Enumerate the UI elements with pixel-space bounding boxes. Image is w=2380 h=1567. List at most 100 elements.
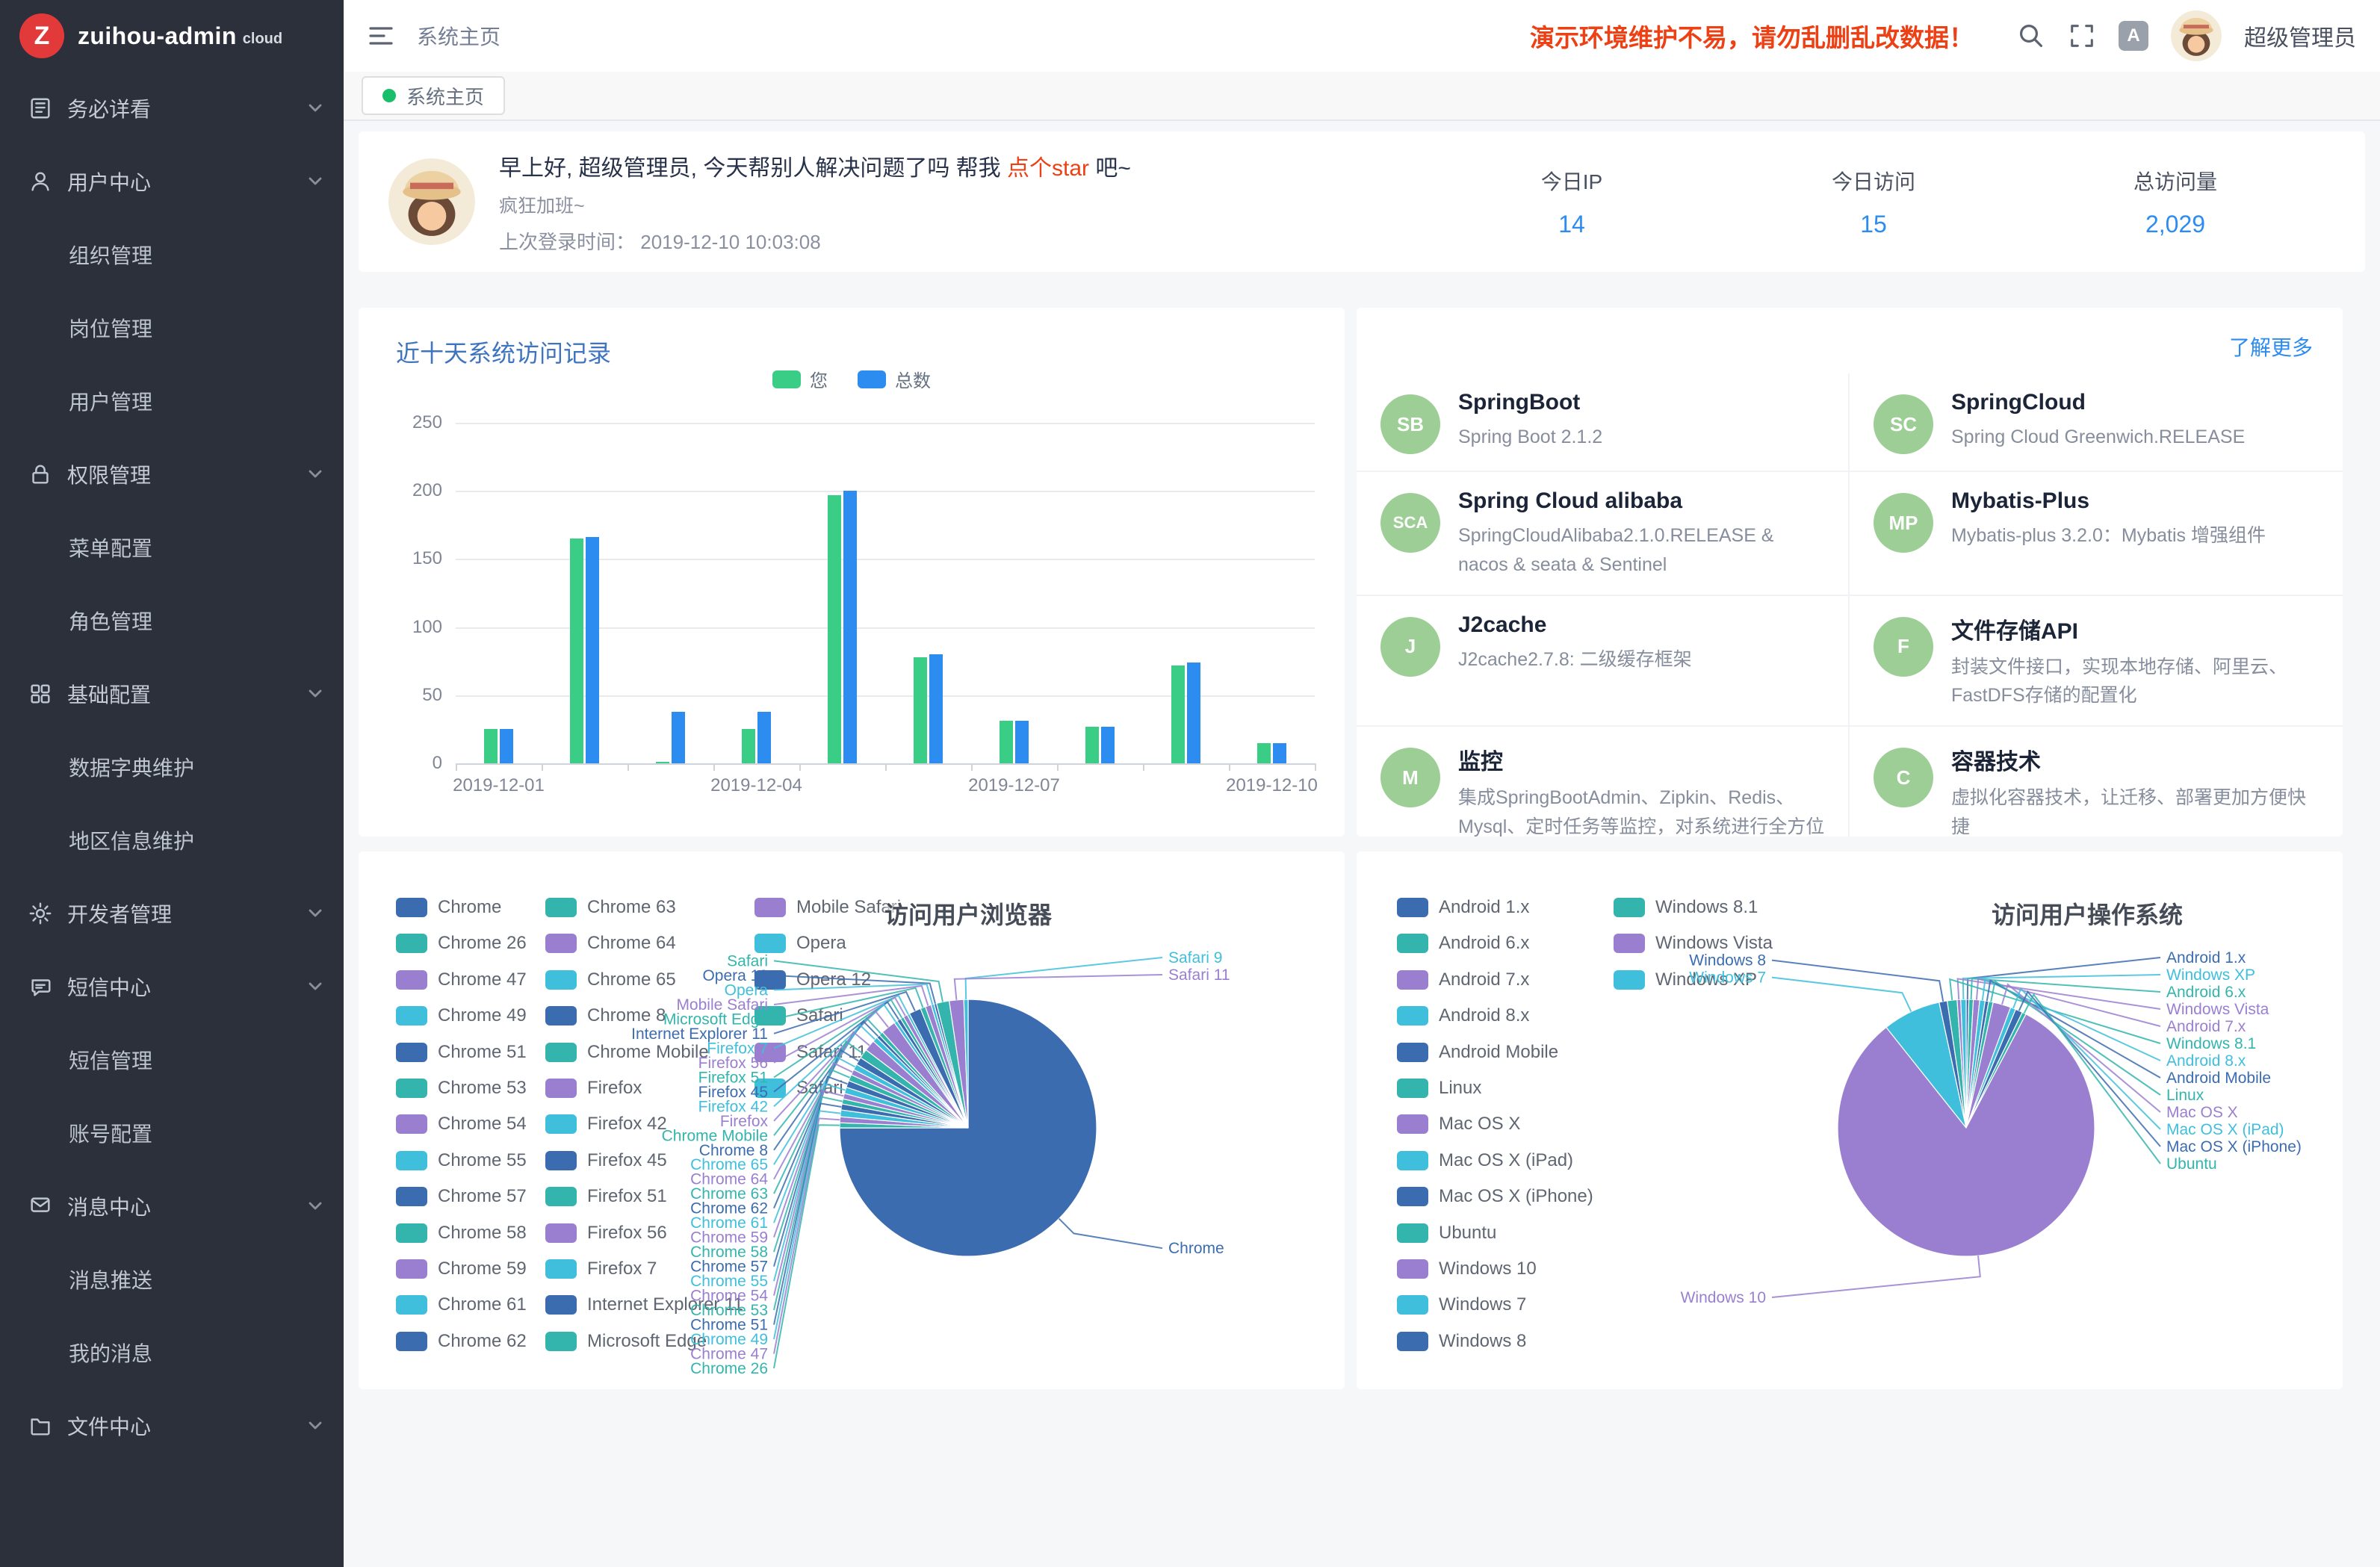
bar-您-2019-12-08[interactable] bbox=[1085, 727, 1099, 763]
sidebar-item-user-center[interactable]: 用户中心 bbox=[0, 145, 344, 218]
axis-tick bbox=[1057, 763, 1059, 771]
axis-tick bbox=[1143, 763, 1144, 771]
pie-label: Ubuntu bbox=[2166, 1155, 2217, 1173]
gridline bbox=[456, 627, 1315, 629]
last-login-label: 上次登录时间： bbox=[499, 231, 635, 253]
os-chart-card: 访问用户操作系统 Android 1.xAndroid 6.xAndroid 7… bbox=[1357, 851, 2343, 1389]
x-axis-label: 2019-12-07 bbox=[955, 775, 1074, 796]
bar-您-2019-12-07[interactable] bbox=[1000, 721, 1013, 763]
menu-fold-icon[interactable] bbox=[368, 22, 394, 49]
sidebar-item-sms-center[interactable]: 短信中心 bbox=[0, 950, 344, 1023]
tech-info: 文件存储API封装文件接口，实现本地存储、阿里云、FastDFS存储的配置化 bbox=[1951, 612, 2322, 711]
bar-您-2019-12-03[interactable] bbox=[656, 762, 669, 763]
pie-label: Android Mobile bbox=[2166, 1070, 2271, 1087]
stat-value: 2,029 bbox=[2024, 211, 2326, 238]
pie-label: Safari 9 bbox=[1168, 949, 1222, 966]
sidebar-item-msg-center[interactable]: 消息中心 bbox=[0, 1170, 344, 1243]
pie-label-line bbox=[1772, 978, 1911, 1012]
bar-您-2019-12-06[interactable] bbox=[914, 657, 927, 763]
tech-title: 监控 bbox=[1458, 743, 1827, 776]
bar-总数-2019-12-01[interactable] bbox=[500, 729, 513, 763]
sidebar-item-must-read[interactable]: 务必详看 bbox=[0, 72, 344, 145]
pie-label: Windows Vista bbox=[2166, 1001, 2269, 1018]
tech-stack-card: 了解更多 SBSpringBootSpring Boot 2.1.2SCSpri… bbox=[1357, 308, 2343, 837]
sidebar-subitem-account-config[interactable]: 账号配置 bbox=[0, 1096, 344, 1170]
sidebar-subitem-org-manage[interactable]: 组织管理 bbox=[0, 218, 344, 291]
axis-tick bbox=[799, 763, 801, 771]
bar-总数-2019-12-03[interactable] bbox=[672, 712, 685, 763]
tech-desc: 虚拟化容器技术，让迁移、部署更加方便快捷 bbox=[1951, 784, 2322, 837]
learn-more-link[interactable]: 了解更多 bbox=[2229, 332, 2313, 362]
stat-label: 今日IP bbox=[1421, 166, 1723, 196]
logo-icon: Z bbox=[19, 13, 64, 58]
tab-home[interactable]: 系统主页 bbox=[362, 76, 505, 115]
sidebar-subitem-sms-manage[interactable]: 短信管理 bbox=[0, 1023, 344, 1096]
sidebar-item-dev-manage[interactable]: 开发者管理 bbox=[0, 877, 344, 950]
tech-title: Spring Cloud alibaba bbox=[1458, 488, 1827, 514]
y-axis-label: 0 bbox=[379, 753, 442, 774]
sidebar-subitem-my-msg[interactable]: 我的消息 bbox=[0, 1316, 344, 1389]
sidebar-subitem-msg-push[interactable]: 消息推送 bbox=[0, 1243, 344, 1316]
sidebar-item-label: 用户中心 bbox=[67, 167, 151, 196]
star-link[interactable]: 点个star bbox=[1007, 156, 1089, 181]
pie-label: Android 1.x bbox=[2166, 949, 2246, 966]
stat-value: 14 bbox=[1421, 211, 1723, 238]
fullscreen-icon[interactable] bbox=[2068, 22, 2096, 50]
bar-您-2019-12-05[interactable] bbox=[828, 495, 841, 763]
bar-您-2019-12-01[interactable] bbox=[484, 729, 498, 763]
tech-badge-icon: F bbox=[1874, 617, 1933, 677]
tab-label: 系统主页 bbox=[406, 82, 484, 110]
y-axis-label: 200 bbox=[379, 480, 442, 501]
tech-info: J2cacheJ2cache2.7.8: 二级缓存框架 bbox=[1458, 612, 1692, 674]
bar-您-2019-12-02[interactable] bbox=[570, 539, 583, 763]
bar-总数-2019-12-07[interactable] bbox=[1015, 721, 1029, 763]
sidebar-subitem-user-manage[interactable]: 用户管理 bbox=[0, 364, 344, 438]
pie-label: Android 6.x bbox=[2166, 984, 2246, 1001]
sidebar-subitem-role-manage[interactable]: 角色管理 bbox=[0, 584, 344, 657]
bar-总数-2019-12-06[interactable] bbox=[929, 654, 943, 763]
axis-tick bbox=[627, 763, 629, 771]
user-name[interactable]: 超级管理员 bbox=[2244, 19, 2356, 52]
font-size-icon[interactable]: A bbox=[2119, 21, 2148, 51]
bar-总数-2019-12-10[interactable] bbox=[1273, 743, 1286, 763]
greeting-title: 早上好, 超级管理员, 今天帮别人解决问题了吗 帮我 点个star 吧~ bbox=[499, 149, 1131, 182]
gridline bbox=[456, 695, 1315, 697]
gear-icon bbox=[27, 900, 54, 927]
pie-label: Windows 10 bbox=[1681, 1289, 1766, 1306]
tech-desc: J2cache2.7.8: 二级缓存框架 bbox=[1458, 645, 1692, 674]
grid-icon bbox=[27, 680, 54, 707]
pie-label: Android 7.x bbox=[2166, 1018, 2246, 1035]
tech-item: SCASpring Cloud alibabaSpringCloudAlibab… bbox=[1357, 472, 1850, 596]
visit-chart-card: 近十天系统访问记录 您总数 0501001502002502019-12-012… bbox=[359, 308, 1345, 837]
tech-info: SpringBootSpring Boot 2.1.2 bbox=[1458, 390, 1602, 452]
user-avatar[interactable] bbox=[2171, 10, 2222, 61]
search-icon[interactable] bbox=[2017, 22, 2045, 50]
pie-label: Chrome bbox=[1168, 1240, 1224, 1257]
breadcrumb[interactable]: 系统主页 bbox=[417, 21, 501, 51]
gridline bbox=[456, 423, 1315, 424]
bar-总数-2019-12-04[interactable] bbox=[757, 712, 771, 763]
sidebar-item-base-config[interactable]: 基础配置 bbox=[0, 657, 344, 730]
tech-badge-icon: SB bbox=[1380, 394, 1440, 454]
tech-item: F 文件存储API封装文件接口，实现本地存储、阿里云、FastDFS存储的配置化 bbox=[1850, 596, 2343, 727]
sidebar-item-file-center[interactable]: 文件中心 bbox=[0, 1389, 344, 1462]
sidebar-subitem-area-maintain[interactable]: 地区信息维护 bbox=[0, 804, 344, 877]
bar-总数-2019-12-02[interactable] bbox=[586, 537, 599, 763]
bar-您-2019-12-04[interactable] bbox=[742, 729, 755, 763]
chevron-down-icon bbox=[308, 174, 323, 189]
y-axis-label: 100 bbox=[379, 617, 442, 638]
browser-pie: Safari 9Safari 11ChromeSafariOpera 12Ope… bbox=[359, 851, 1345, 1389]
sidebar-item-auth-manage[interactable]: 权限管理 bbox=[0, 438, 344, 511]
bar-您-2019-12-10[interactable] bbox=[1257, 743, 1271, 763]
tech-info: SpringCloudSpring Cloud Greenwich.RELEAS… bbox=[1951, 390, 2245, 452]
bar-您-2019-12-09[interactable] bbox=[1171, 665, 1185, 763]
sidebar-subitem-dict-maintain[interactable]: 数据字典维护 bbox=[0, 730, 344, 804]
bar-总数-2019-12-05[interactable] bbox=[843, 491, 857, 763]
greeting-text-1: 早上好, 超级管理员, 今天帮别人解决问题了吗 帮我 bbox=[499, 156, 1007, 181]
sidebar-subitem-post-manage[interactable]: 岗位管理 bbox=[0, 291, 344, 364]
sidebar-subitem-menu-config[interactable]: 菜单配置 bbox=[0, 511, 344, 584]
bar-总数-2019-12-08[interactable] bbox=[1101, 727, 1115, 763]
bar-总数-2019-12-09[interactable] bbox=[1187, 663, 1200, 763]
sidebar-item-label: 消息中心 bbox=[67, 1191, 151, 1221]
app-logo[interactable]: Z zuihou-admin cloud bbox=[0, 0, 344, 72]
